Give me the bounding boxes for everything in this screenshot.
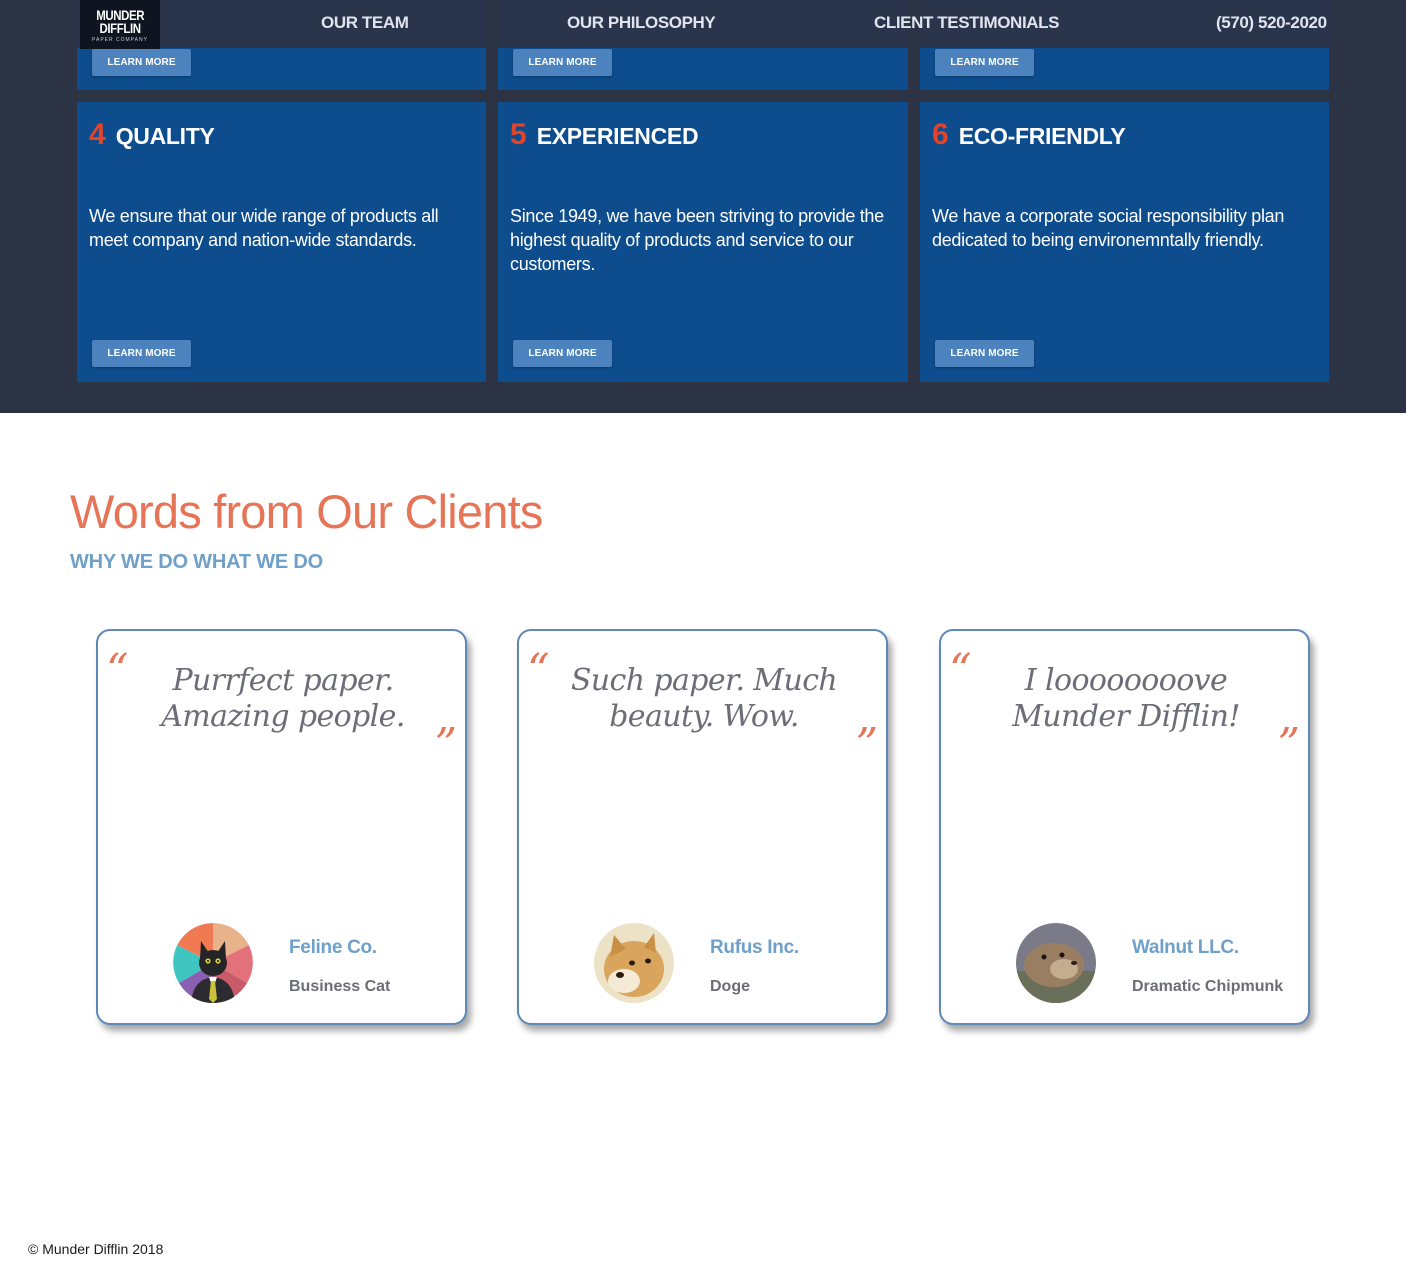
top-navbar: MUNDER DIFFLIN PAPER COMPANY OUR TEAM OU… xyxy=(0,0,1406,49)
cat-avatar-icon xyxy=(173,923,253,1003)
feature-heading: 4 QUALITY xyxy=(89,118,215,152)
feature-number: 4 xyxy=(89,118,106,151)
feature-heading: 5 EXPERIENCED xyxy=(510,118,699,152)
dog-avatar-icon xyxy=(594,923,674,1003)
feature-title: EXPERIENCED xyxy=(536,123,699,149)
section-subtitle: WHY WE DO WHAT WE DO xyxy=(70,551,324,573)
footer-copyright: © Munder Difflin 2018 xyxy=(28,1241,164,1257)
feature-card-eco-friendly: 6 ECO-FRIENDLY We have a corporate socia… xyxy=(920,102,1329,382)
testimonial-quote: Such paper. Much beauty. Wow. xyxy=(570,663,838,734)
learn-more-button[interactable]: LEARN MORE xyxy=(935,49,1034,76)
learn-more-button[interactable]: LEARN MORE xyxy=(935,340,1034,367)
feature-card-experienced: 5 EXPERIENCED Since 1949, we have been s… xyxy=(498,102,908,382)
learn-more-button[interactable]: LEARN MORE xyxy=(92,340,191,367)
logo-subtext: PAPER COMPANY xyxy=(92,36,148,43)
nav-link-our-philosophy[interactable]: OUR PHILOSOPHY xyxy=(567,13,716,33)
learn-more-button[interactable]: LEARN MORE xyxy=(513,49,612,76)
chipmunk-avatar-icon xyxy=(1016,923,1096,1003)
testimonial-quote: I loooooooove Munder Difflin! xyxy=(1012,663,1240,734)
nav-link-our-team[interactable]: OUR TEAM xyxy=(321,13,409,33)
logo-text-line2: DIFFLIN xyxy=(99,19,141,36)
feature-description: Since 1949, we have been striving to pro… xyxy=(510,206,884,274)
company-logo[interactable]: MUNDER DIFFLIN PAPER COMPANY xyxy=(80,0,160,49)
client-role: Business Cat xyxy=(289,978,391,995)
testimonial-card: “ Such paper. Much beauty. Wow. ” Rufus … xyxy=(517,629,888,1025)
testimonial-card: “ Purrfect paper. Amazing people. ” Feli… xyxy=(96,629,467,1025)
feature-description: We have a corporate social responsibilit… xyxy=(932,206,1285,250)
testimonial-quote: Purrfect paper. Amazing people. xyxy=(161,663,405,734)
learn-more-button[interactable]: LEARN MORE xyxy=(513,340,612,367)
nav-link-client-testimonials[interactable]: CLIENT TESTIMONIALS xyxy=(874,13,1059,33)
close-quote-icon: ” xyxy=(855,719,879,770)
feature-title: QUALITY xyxy=(115,123,215,149)
testimonial-card: “ I loooooooove Munder Difflin! ” Walnut… xyxy=(939,629,1310,1025)
nav-phone-link[interactable]: (570) 520-2020 xyxy=(1216,13,1327,33)
open-quote-icon: “ xyxy=(106,645,129,696)
client-role: Dramatic Chipmunk xyxy=(1132,978,1284,995)
feature-title: ECO-FRIENDLY xyxy=(958,123,1126,149)
open-quote-icon: “ xyxy=(527,645,550,696)
client-role: Doge xyxy=(710,978,750,995)
client-name: Rufus Inc. xyxy=(710,937,799,958)
client-name: Feline Co. xyxy=(289,937,377,958)
feature-description: We ensure that our wide range of product… xyxy=(89,206,439,250)
feature-number: 6 xyxy=(932,118,949,151)
feature-card-quality: 4 QUALITY We ensure that our wide range … xyxy=(77,102,486,382)
features-section: LEARN MORE LEARN MORE LEARN MORE 4 QUALI… xyxy=(0,0,1406,413)
learn-more-button[interactable]: LEARN MORE xyxy=(92,49,191,76)
open-quote-icon: “ xyxy=(949,645,972,696)
feature-heading: 6 ECO-FRIENDLY xyxy=(932,118,1126,152)
client-name: Walnut LLC. xyxy=(1132,937,1239,958)
close-quote-icon: ” xyxy=(434,719,458,770)
feature-number: 5 xyxy=(510,118,527,151)
section-title: Words from Our Clients xyxy=(70,485,543,538)
close-quote-icon: ” xyxy=(1277,719,1301,770)
